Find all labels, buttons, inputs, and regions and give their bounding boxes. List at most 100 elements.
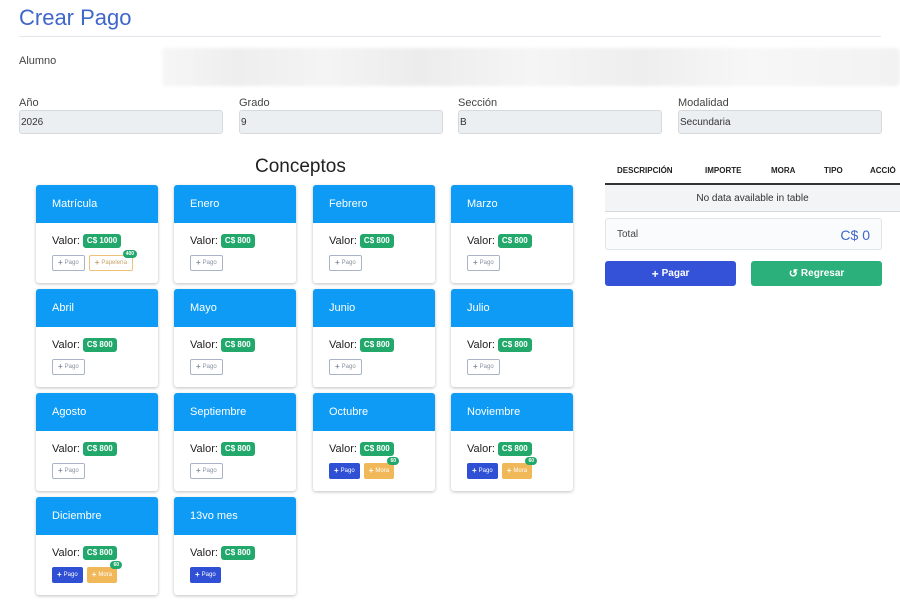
plus-icon: + [368,466,374,475]
pagar-button[interactable]: + Pagar [605,261,736,286]
alumno-label: Alumno [19,55,57,67]
amount-badge: C$ 800 [82,546,117,560]
col-accion[interactable]: ACCIÓ [870,166,900,175]
alumno-field[interactable] [162,48,900,86]
modalidad-label: Modalidad [678,97,729,109]
card-title: Febrero [313,185,435,223]
plus-icon: + [472,466,477,475]
valor-label: Valor: [190,443,218,455]
card-title: Julio [451,289,573,327]
anio-field[interactable]: 2026 [19,110,223,134]
card-title: 13vo mes [174,497,296,535]
pago-button[interactable]: + Pago [467,255,500,271]
amount-badge: C$ 1000 [82,234,122,248]
pago-button[interactable]: + Pago [190,359,223,375]
amount-badge: C$ 800 [220,442,255,456]
plus-icon: + [473,258,478,267]
pago-button[interactable]: + Pago [190,463,223,479]
valor-label: Valor: [52,547,80,559]
valor-label: Valor: [52,443,80,455]
valor-label: Valor: [467,235,495,247]
seccion-label: Sección [458,97,498,109]
valor-label: Valor: [190,547,218,559]
concept-card-julio: Julio Valor: C$ 800 + Pago [451,289,573,387]
concept-card-agosto: Agosto Valor: C$ 800 + Pago [36,393,158,491]
card-title: Mayo [174,289,296,327]
amount-badge: C$ 800 [497,442,532,456]
concept-card-enero: Enero Valor: C$ 800 + Pago [174,185,296,283]
card-title: Abril [36,289,158,327]
pago-button[interactable]: + Pago [467,463,498,479]
pago-button[interactable]: + Pago [190,255,223,271]
valor-label: Valor: [329,235,357,247]
seccion-field[interactable]: B [458,110,662,134]
payment-table: DESCRIPCIÓN IMPORTE MORA TIPO ACCIÓ No d… [605,158,900,212]
pago-button[interactable]: + Pago [467,359,500,375]
concept-card-junio: Junio Valor: C$ 800 + Pago [313,289,435,387]
concept-card-marzo: Marzo Valor: C$ 800 + Pago [451,185,573,283]
pago-button[interactable]: + Pago [190,567,221,583]
grado-field[interactable]: 9 [239,110,443,134]
card-title: Enero [174,185,296,223]
amount-badge: C$ 800 [82,442,117,456]
plus-icon: + [334,466,339,475]
amount-badge: C$ 800 [359,338,394,352]
plus-icon: + [91,570,97,579]
valor-label: Valor: [52,339,80,351]
mora-button[interactable]: + Mora 60 [86,561,123,583]
papeleria-count-badge: 400 [122,250,138,258]
amount-badge: C$ 800 [359,234,394,248]
valor-label: Valor: [329,339,357,351]
total-box: Total C$ 0 [605,218,882,250]
plus-icon: + [335,258,340,267]
plus-icon: + [58,466,63,475]
card-title: Septiembre [174,393,296,431]
pago-button[interactable]: + Pago [329,463,360,479]
regresar-button[interactable]: ↺ Regresar [751,261,882,286]
pago-button[interactable]: + Pago [329,255,362,271]
modalidad-field[interactable]: Secundaria [678,110,882,134]
undo-icon: ↺ [788,268,798,280]
table-header: DESCRIPCIÓN IMPORTE MORA TIPO ACCIÓ [605,158,900,185]
pago-button[interactable]: + Pago [52,567,83,583]
pago-button[interactable]: + Pago [52,255,85,271]
pago-button[interactable]: + Pago [329,359,362,375]
mora-count-badge: 60 [110,561,123,569]
total-value: C$ 0 [840,227,870,243]
valor-label: Valor: [467,443,495,455]
papeleria-button[interactable]: + Papelería 400 [88,250,138,271]
valor-label: Valor: [467,339,495,351]
concept-card-abril: Abril Valor: C$ 800 + Pago [36,289,158,387]
col-tipo[interactable]: TIPO [824,166,870,175]
valor-label: Valor: [190,235,218,247]
amount-badge: C$ 800 [497,234,532,248]
page-title: Crear Pago [19,5,132,30]
col-descripcion[interactable]: DESCRIPCIÓN [617,166,705,175]
plus-icon: + [196,466,201,475]
empty-table-message: No data available in table [605,185,900,212]
amount-badge: C$ 800 [359,442,394,456]
mora-button[interactable]: + Mora 60 [363,457,400,479]
card-title: Agosto [36,393,158,431]
amount-badge: C$ 800 [220,546,255,560]
mora-count-badge: 60 [525,457,538,465]
concept-card-septiembre: Septiembre Valor: C$ 800 + Pago [174,393,296,491]
concept-card-febrero: Febrero Valor: C$ 800 + Pago [313,185,435,283]
concept-card-noviembre: Noviembre Valor: C$ 800 + Pago + Mora 60 [451,393,573,491]
concept-card-mayo: Mayo Valor: C$ 800 + Pago [174,289,296,387]
plus-icon: + [196,258,201,267]
plus-icon: + [506,466,512,475]
plus-icon: + [57,570,62,579]
card-title: Noviembre [451,393,573,431]
pago-button[interactable]: + Pago [52,359,85,375]
concept-card-diciembre: Diciembre Valor: C$ 800 + Pago + Mora 60 [36,497,158,595]
mora-button[interactable]: + Mora 60 [501,457,538,479]
anio-label: Año [19,97,39,109]
amount-badge: C$ 800 [82,338,117,352]
col-importe[interactable]: IMPORTE [705,166,771,175]
card-title: Junio [313,289,435,327]
card-title: Matrícula [36,185,158,223]
pago-button[interactable]: + Pago [52,463,85,479]
col-mora[interactable]: MORA [771,166,824,175]
amount-badge: C$ 800 [497,338,532,352]
